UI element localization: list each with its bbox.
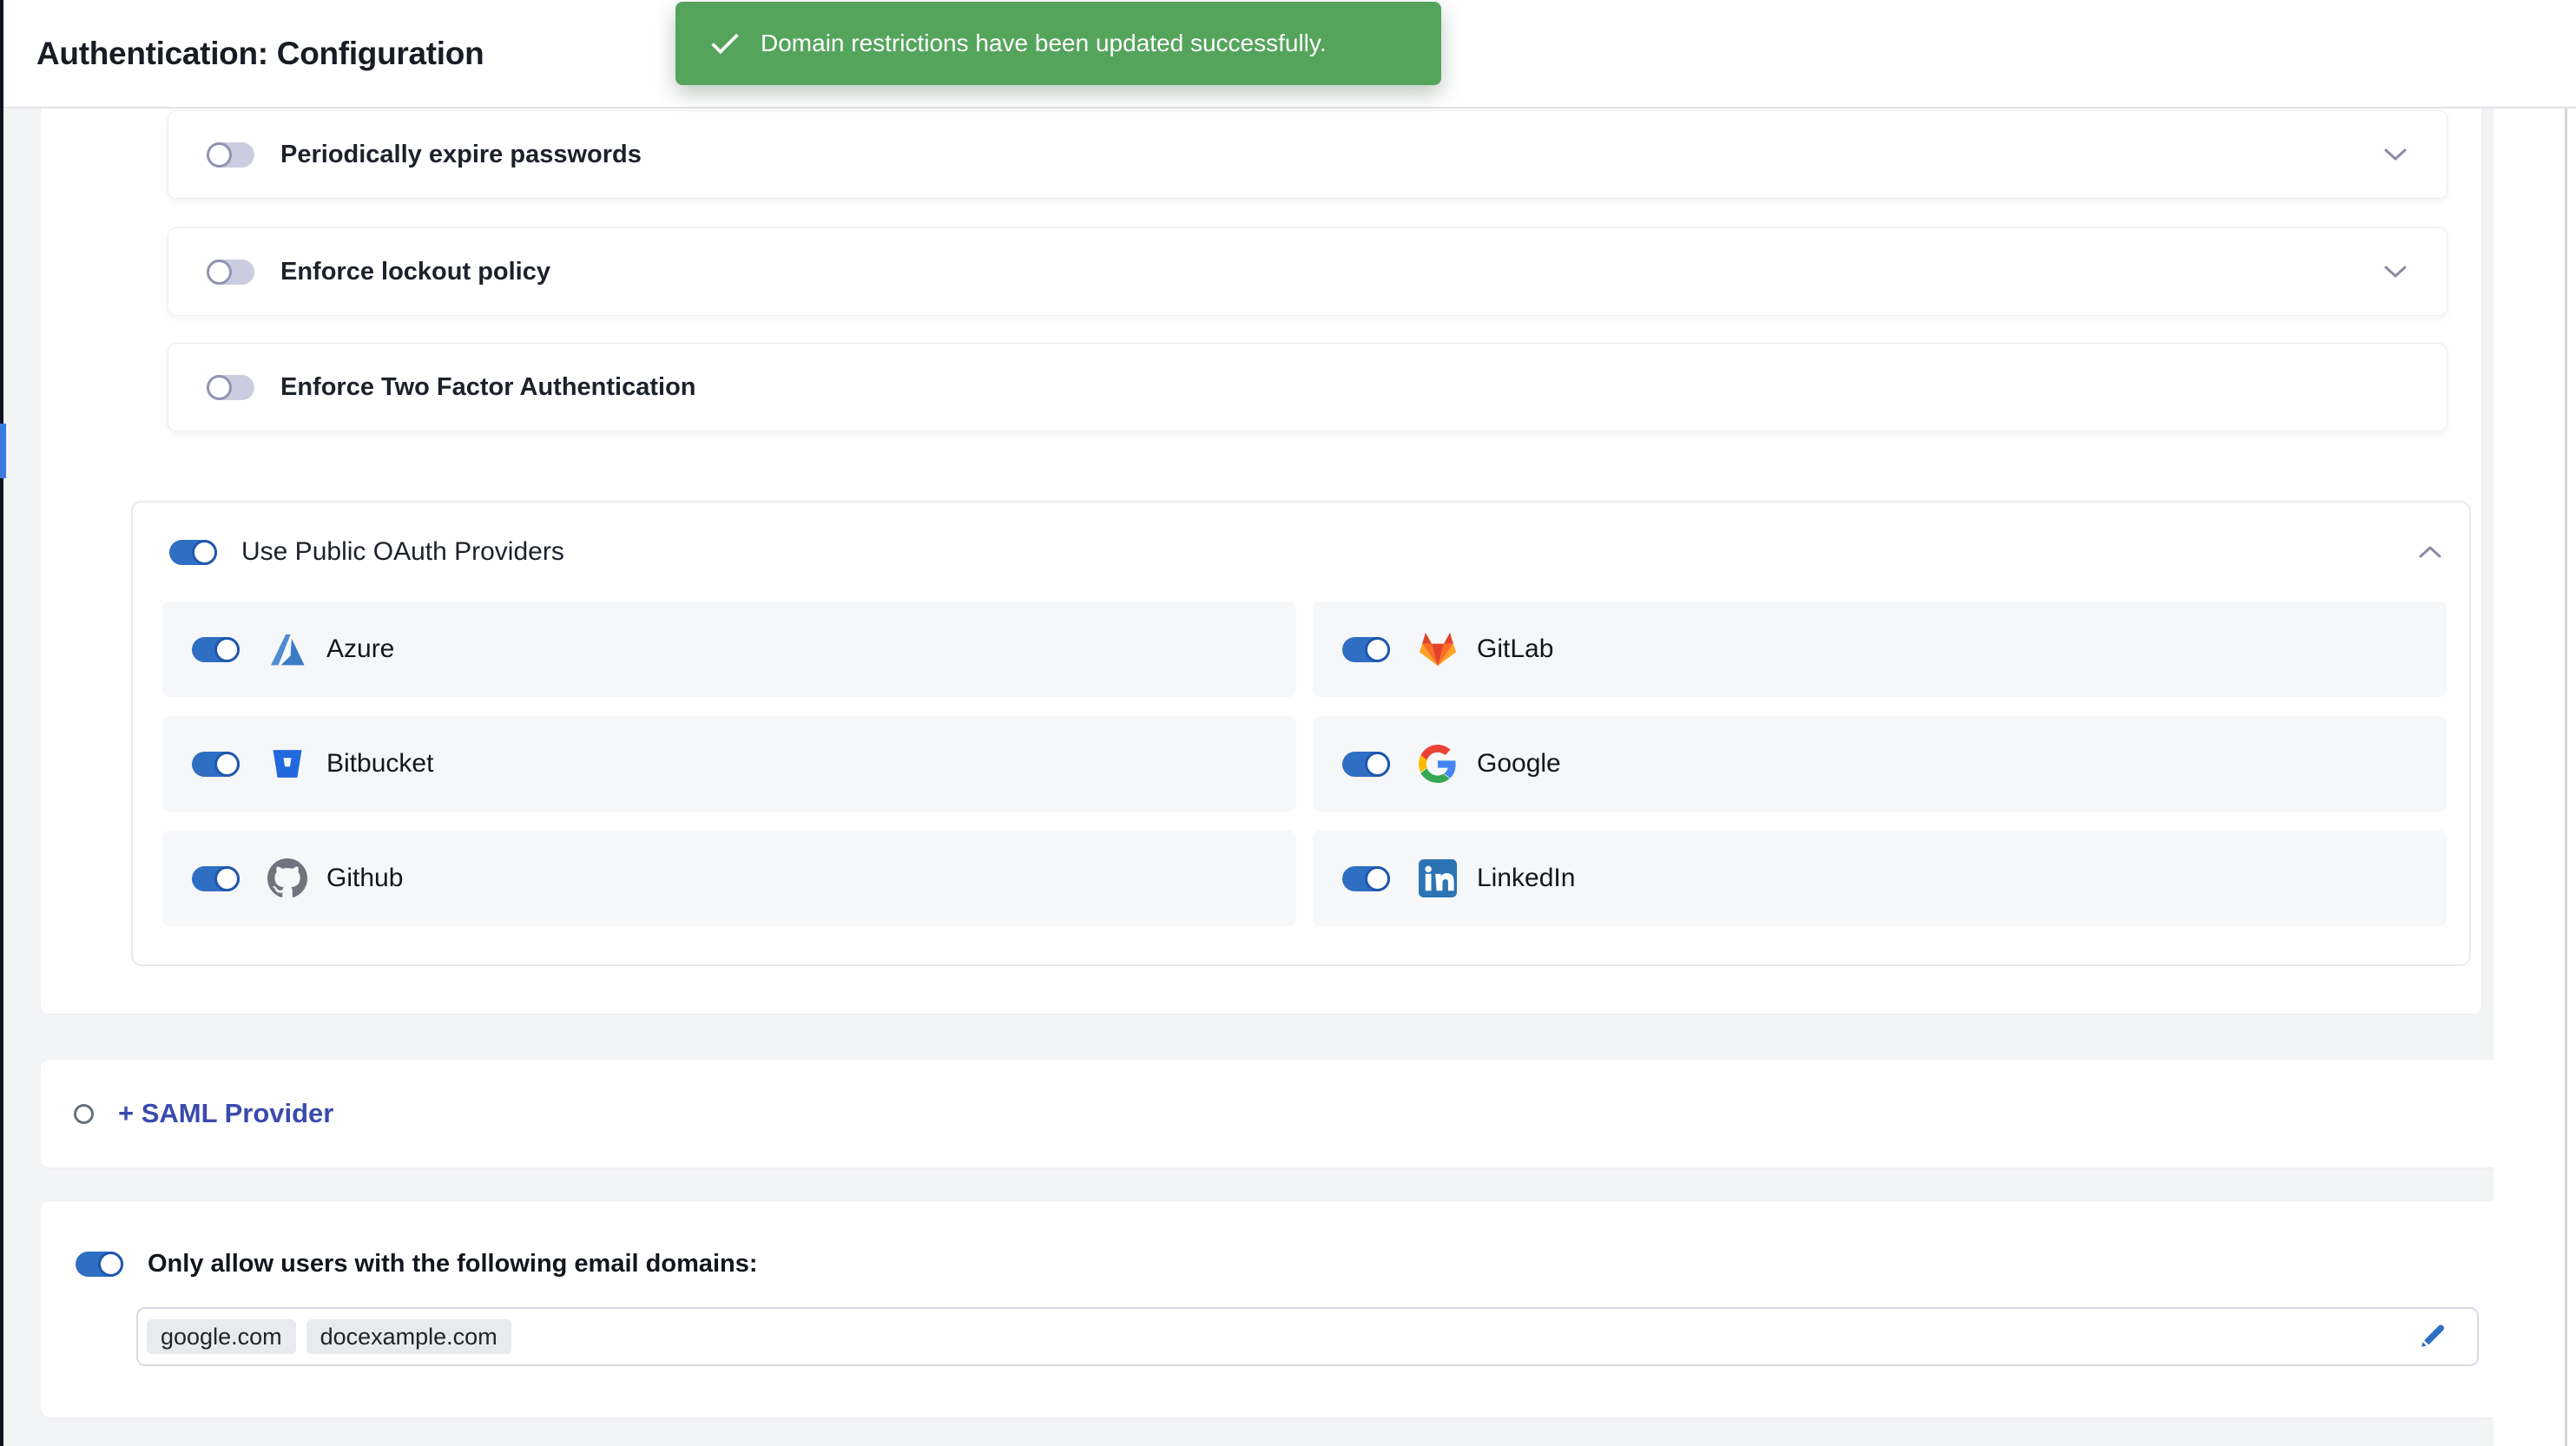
chevron-down-icon[interactable] xyxy=(2382,264,2408,279)
provider-label: Github xyxy=(326,864,403,893)
setting-row-label: Enforce lockout policy xyxy=(280,258,550,286)
github-icon xyxy=(267,858,307,898)
toggle-knob xyxy=(214,637,240,662)
chevron-up-icon[interactable] xyxy=(2417,544,2443,560)
setting-row-label: Enforce Two Factor Authentication xyxy=(280,373,696,402)
github-toggle[interactable] xyxy=(192,866,240,891)
toggle-knob xyxy=(214,752,240,777)
toggle-knob xyxy=(192,540,217,565)
toggle-knob xyxy=(98,1252,123,1277)
right-gutter-divider xyxy=(2565,108,2567,1446)
email-domains-card: Only allow users with the following emai… xyxy=(41,1201,2501,1417)
toggle-knob xyxy=(207,260,232,285)
linkedin-icon xyxy=(1418,858,1458,898)
gitlab-toggle[interactable] xyxy=(1342,637,1390,662)
right-gutter xyxy=(2494,108,2576,1446)
use-public-oauth-toggle[interactable] xyxy=(169,540,217,565)
provider-label: Bitbucket xyxy=(326,749,433,779)
edit-pencil-icon[interactable] xyxy=(2416,1321,2448,1352)
lockout-policy-toggle[interactable] xyxy=(207,260,254,285)
toggle-knob xyxy=(1365,866,1390,891)
azure-icon xyxy=(267,629,307,669)
provider-cell-bitbucket: Bitbucket xyxy=(162,716,1296,812)
email-domains-header: Only allow users with the following emai… xyxy=(76,1239,758,1288)
oauth-section-header: Use Public OAuth Providers xyxy=(133,503,2469,601)
bitbucket-icon xyxy=(267,744,307,784)
saml-provider-card: + SAML Provider xyxy=(41,1060,2501,1167)
toggle-knob xyxy=(207,142,232,168)
oauth-provider-grid: Azure GitLab xyxy=(162,601,2447,926)
auth-configuration-page: { "header": { "title": "Authentication: … xyxy=(0,0,2576,1446)
two-factor-toggle[interactable] xyxy=(207,375,254,400)
domain-tag: google.com xyxy=(147,1319,296,1354)
setting-row-periodically-expire-passwords: Periodically expire passwords xyxy=(168,110,2448,199)
provider-cell-google: Google xyxy=(1313,716,2447,812)
email-domains-toggle[interactable] xyxy=(76,1252,123,1277)
add-saml-provider-link[interactable]: + SAML Provider xyxy=(118,1098,333,1129)
chevron-down-icon[interactable] xyxy=(2382,147,2408,162)
domain-tag: docexample.com xyxy=(306,1319,511,1354)
toggle-knob xyxy=(1365,752,1390,777)
provider-label: LinkedIn xyxy=(1477,864,1575,893)
provider-label: GitLab xyxy=(1477,634,1553,664)
setting-row-label: Periodically expire passwords xyxy=(280,141,642,169)
google-icon xyxy=(1418,744,1458,784)
bitbucket-toggle[interactable] xyxy=(192,752,240,777)
toggle-knob xyxy=(1365,637,1390,662)
azure-toggle[interactable] xyxy=(192,637,240,662)
success-toast: Domain restrictions have been updated su… xyxy=(675,2,1441,85)
gitlab-icon xyxy=(1418,629,1458,669)
provider-cell-gitlab: GitLab xyxy=(1313,601,2447,697)
toggle-knob xyxy=(214,866,240,891)
setting-row-enforce-lockout-policy: Enforce lockout policy xyxy=(168,227,2448,316)
provider-label: Azure xyxy=(326,634,394,664)
oauth-providers-section: Use Public OAuth Providers Azure xyxy=(131,501,2471,966)
expire-passwords-toggle[interactable] xyxy=(207,142,254,168)
check-icon xyxy=(710,32,740,56)
toggle-knob xyxy=(207,375,232,400)
provider-label: Google xyxy=(1477,749,1561,779)
provider-cell-azure: Azure xyxy=(162,601,1296,697)
oauth-section-label: Use Public OAuth Providers xyxy=(241,537,564,567)
sidebar-active-indicator xyxy=(0,424,6,478)
sidebar-edge xyxy=(0,0,3,1446)
email-domains-input[interactable]: google.com docexample.com xyxy=(136,1307,2479,1366)
saml-radio-circle[interactable] xyxy=(74,1104,94,1124)
google-toggle[interactable] xyxy=(1342,752,1390,777)
toast-message: Domain restrictions have been updated su… xyxy=(761,30,1327,57)
setting-row-enforce-two-factor: Enforce Two Factor Authentication xyxy=(168,343,2448,431)
provider-cell-linkedin: LinkedIn xyxy=(1313,831,2447,926)
page-title: Authentication: Configuration xyxy=(36,36,484,72)
email-domains-label: Only allow users with the following emai… xyxy=(148,1250,758,1278)
provider-cell-github: Github xyxy=(162,831,1296,926)
linkedin-toggle[interactable] xyxy=(1342,866,1390,891)
